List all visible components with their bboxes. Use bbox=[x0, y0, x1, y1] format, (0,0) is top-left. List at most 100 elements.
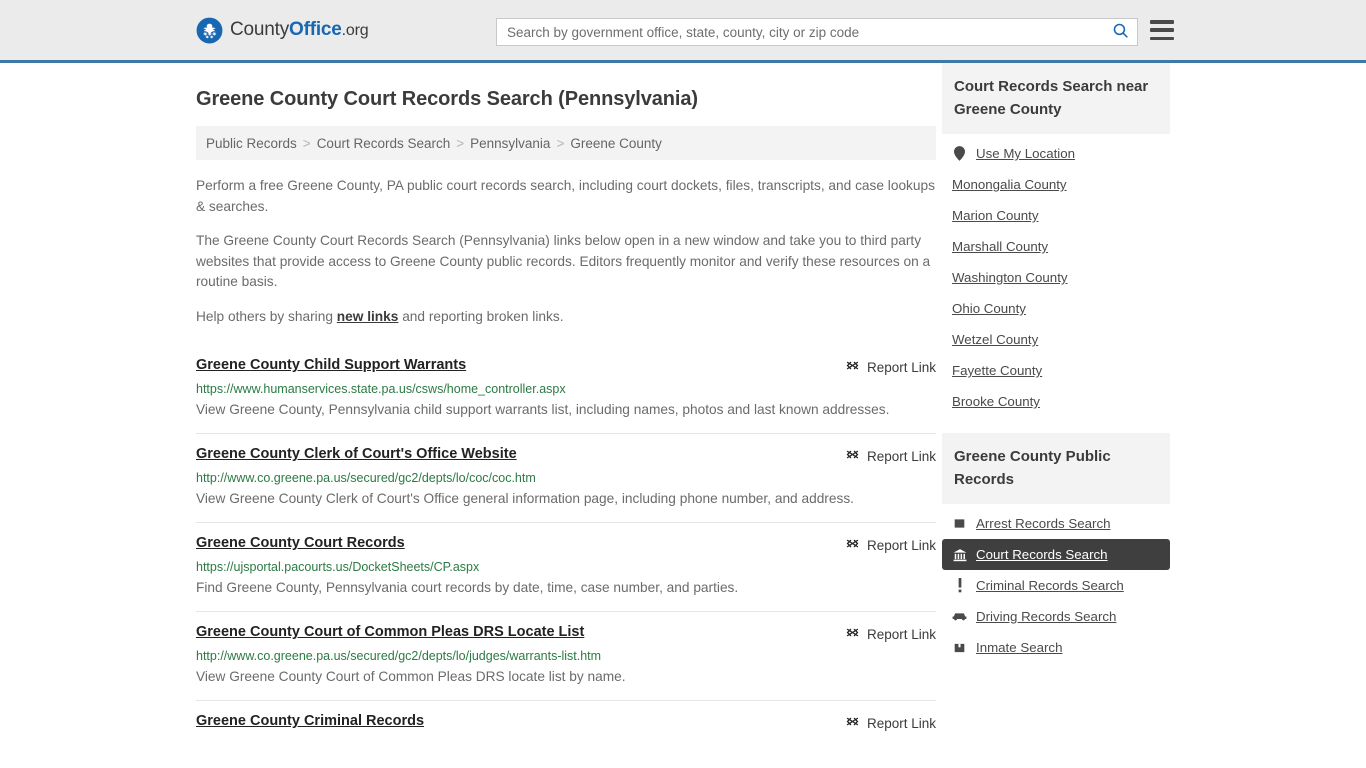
sidebar-item-label[interactable]: Inmate Search bbox=[976, 640, 1062, 655]
result-header: Greene County Criminal Records Report Li… bbox=[196, 713, 936, 732]
nearby-county-item[interactable]: Fayette County bbox=[942, 355, 1170, 386]
use-my-location-item[interactable]: Use My Location bbox=[942, 138, 1170, 169]
nearby-county-item[interactable]: Marshall County bbox=[942, 231, 1170, 262]
search-bar[interactable] bbox=[496, 18, 1138, 46]
page-title: Greene County Court Records Search (Penn… bbox=[196, 88, 698, 110]
result-header: Greene County Clerk of Court's Office We… bbox=[196, 446, 936, 465]
nearby-panel: Court Records Search near Greene County … bbox=[942, 63, 1170, 417]
breadcrumb-separator: > bbox=[302, 135, 311, 151]
result-title-link[interactable]: Greene County Court Records bbox=[196, 535, 405, 551]
result-item: Greene County Court Records Report Link … bbox=[196, 522, 936, 611]
breadcrumb-item-2[interactable]: Pennsylvania bbox=[470, 136, 550, 151]
car-icon bbox=[952, 609, 967, 624]
broken-link-icon bbox=[845, 447, 860, 465]
logo-text-org: .org bbox=[341, 22, 369, 39]
sidebar-item-criminal-records[interactable]: Criminal Records Search bbox=[942, 570, 1170, 601]
result-title-link[interactable]: Greene County Court of Common Pleas DRS … bbox=[196, 624, 584, 640]
result-item: Greene County Criminal Records Report Li… bbox=[196, 700, 936, 743]
inmate-icon bbox=[952, 640, 967, 655]
nearby-county-item[interactable]: Washington County bbox=[942, 262, 1170, 293]
sidebar-item-label[interactable]: Criminal Records Search bbox=[976, 578, 1124, 593]
nearby-county-link[interactable]: Wetzel County bbox=[952, 332, 1038, 347]
nearby-county-link[interactable]: Marshall County bbox=[952, 239, 1048, 254]
broken-link-icon bbox=[845, 536, 860, 554]
search-input[interactable] bbox=[497, 19, 1103, 45]
nearby-county-item[interactable]: Brooke County bbox=[942, 386, 1170, 417]
broken-link-icon bbox=[845, 714, 860, 732]
site-logo[interactable]: CountyOffice.org bbox=[196, 17, 369, 44]
nearby-county-link[interactable]: Marion County bbox=[952, 208, 1038, 223]
search-icon bbox=[1112, 22, 1129, 42]
breadcrumb-item-1[interactable]: Court Records Search bbox=[317, 136, 451, 151]
result-url: http://www.co.greene.pa.us/secured/gc2/d… bbox=[196, 471, 536, 485]
result-title-link[interactable]: Greene County Criminal Records bbox=[196, 713, 424, 729]
breadcrumb-item-0[interactable]: Public Records bbox=[206, 136, 297, 151]
result-header: Greene County Court of Common Pleas DRS … bbox=[196, 624, 936, 643]
result-item: Greene County Clerk of Court's Office We… bbox=[196, 433, 936, 522]
intro-paragraph-1: Perform a free Greene County, PA public … bbox=[196, 178, 935, 214]
nearby-county-link[interactable]: Brooke County bbox=[952, 394, 1040, 409]
breadcrumb-item-3[interactable]: Greene County bbox=[570, 136, 662, 151]
sidebar-item-label[interactable]: Driving Records Search bbox=[976, 609, 1116, 624]
report-link-button[interactable]: Report Link bbox=[845, 535, 936, 554]
broken-link-icon bbox=[845, 358, 860, 376]
hamburger-menu-icon[interactable] bbox=[1150, 20, 1174, 40]
sidebar-item-label[interactable]: Arrest Records Search bbox=[976, 516, 1111, 531]
breadcrumb-separator: > bbox=[556, 135, 565, 151]
use-my-location-link[interactable]: Use My Location bbox=[976, 146, 1075, 161]
intro-text: Perform a free Greene County, PA public … bbox=[196, 176, 936, 327]
result-header: Greene County Child Support Warrants Rep… bbox=[196, 357, 936, 376]
result-url: http://www.co.greene.pa.us/secured/gc2/d… bbox=[196, 649, 602, 663]
nearby-county-item[interactable]: Monongalia County bbox=[942, 169, 1170, 200]
result-description: View Greene County Court of Common Pleas… bbox=[196, 669, 626, 684]
report-link-label: Report Link bbox=[866, 448, 936, 464]
sidebar-item-label[interactable]: Court Records Search bbox=[976, 547, 1108, 562]
sidebar-item-inmate-search[interactable]: Inmate Search bbox=[942, 632, 1170, 663]
breadcrumb: Public Records > Court Records Search > … bbox=[196, 126, 936, 160]
result-item: Greene County Child Support Warrants Rep… bbox=[196, 345, 936, 433]
eagle-seal-icon bbox=[196, 17, 223, 44]
exclamation-icon bbox=[952, 578, 967, 593]
result-title-link[interactable]: Greene County Child Support Warrants bbox=[196, 357, 466, 373]
breadcrumb-separator: > bbox=[456, 135, 465, 151]
nearby-county-link[interactable]: Ohio County bbox=[952, 301, 1026, 316]
result-url: https://www.humanservices.state.pa.us/cs… bbox=[196, 382, 566, 396]
nearby-county-link[interactable]: Monongalia County bbox=[952, 177, 1067, 192]
sidebar-item-driving-records[interactable]: Driving Records Search bbox=[942, 601, 1170, 632]
new-links-link[interactable]: new links bbox=[337, 309, 399, 324]
result-description: Find Greene County, Pennsylvania court r… bbox=[196, 580, 739, 595]
search-button[interactable] bbox=[1103, 19, 1137, 45]
square-icon bbox=[952, 516, 967, 531]
report-link-button[interactable]: Report Link bbox=[845, 624, 936, 643]
hamburger-bar-3 bbox=[1150, 36, 1174, 40]
result-description: View Greene County Clerk of Court's Offi… bbox=[196, 491, 854, 506]
report-link-button[interactable]: Report Link bbox=[845, 357, 936, 376]
sidebar: Court Records Search near Greene County … bbox=[936, 63, 1170, 743]
intro-p3-before: Help others by sharing bbox=[196, 308, 337, 324]
public-records-panel-heading: Greene County Public Records bbox=[942, 433, 1170, 504]
nearby-county-item[interactable]: Wetzel County bbox=[942, 324, 1170, 355]
result-item: Greene County Court of Common Pleas DRS … bbox=[196, 611, 936, 700]
map-pin-icon bbox=[952, 146, 967, 161]
report-link-label: Report Link bbox=[866, 715, 936, 731]
results-list: Greene County Child Support Warrants Rep… bbox=[196, 345, 936, 743]
public-records-list: Arrest Records Search Court Records Sear… bbox=[942, 504, 1170, 663]
nearby-county-item[interactable]: Ohio County bbox=[942, 293, 1170, 324]
nearby-county-item[interactable]: Marion County bbox=[942, 200, 1170, 231]
nearby-county-link[interactable]: Washington County bbox=[952, 270, 1068, 285]
main-column: Greene County Court Records Search (Penn… bbox=[196, 63, 936, 743]
nearby-county-link[interactable]: Fayette County bbox=[952, 363, 1042, 378]
intro-p3-after: and reporting broken links. bbox=[398, 308, 564, 324]
sidebar-item-court-records[interactable]: Court Records Search bbox=[942, 539, 1170, 570]
site-header: CountyOffice.org bbox=[0, 0, 1366, 63]
sidebar-item-arrest-records[interactable]: Arrest Records Search bbox=[942, 508, 1170, 539]
intro-paragraph-3: Help others by sharing new links and rep… bbox=[196, 307, 936, 328]
report-link-button[interactable]: Report Link bbox=[845, 713, 936, 732]
public-records-panel: Greene County Public Records Arrest Reco… bbox=[942, 433, 1170, 663]
intro-paragraph-2: The Greene County Court Records Search (… bbox=[196, 233, 931, 289]
report-link-button[interactable]: Report Link bbox=[845, 446, 936, 465]
hamburger-bar-2 bbox=[1150, 28, 1174, 32]
nearby-panel-heading: Court Records Search near Greene County bbox=[942, 63, 1170, 134]
result-title-link[interactable]: Greene County Clerk of Court's Office We… bbox=[196, 446, 517, 462]
logo-text-office: Office bbox=[289, 19, 342, 40]
